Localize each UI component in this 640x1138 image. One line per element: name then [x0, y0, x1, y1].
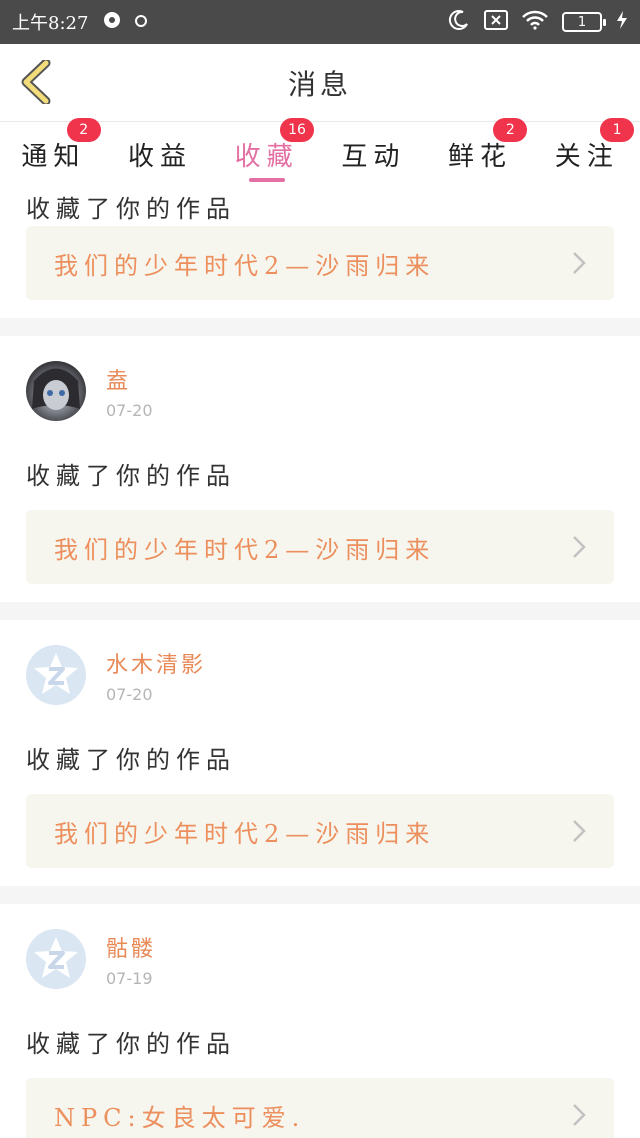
battery-icon: 1	[562, 12, 606, 32]
list-item: 水木清影 07-20 收藏了你的作品 我们的少年时代2—沙雨归来	[0, 620, 640, 868]
active-tab-indicator	[248, 178, 285, 182]
sync-icon	[134, 13, 148, 32]
avatar[interactable]	[26, 361, 86, 421]
action-text: 收藏了你的作品	[26, 745, 236, 774]
chevron-right-icon	[573, 252, 586, 274]
back-button[interactable]	[14, 58, 58, 106]
chevron-right-icon	[573, 536, 586, 558]
avatar-image	[32, 368, 80, 410]
chevron-right-icon	[573, 820, 586, 842]
user-info: 骷髅 07-19	[106, 931, 156, 988]
status-bar: 上午8:27 1	[0, 0, 640, 44]
notification-icon	[102, 10, 122, 34]
default-avatar-icon	[34, 937, 78, 978]
charging-icon	[616, 10, 628, 35]
tab-interaction[interactable]: 互动	[320, 122, 427, 186]
wifi-icon	[522, 10, 548, 35]
status-time: 上午8:27	[12, 13, 89, 34]
default-avatar-icon	[34, 653, 78, 694]
tab-badge: 1	[600, 118, 635, 142]
tab-badge: 16	[280, 118, 315, 142]
notification-list[interactable]: 收藏了你的作品 我们的少年时代2—沙雨归来 盍 07-20 收藏了你的作品 我们…	[0, 186, 640, 1138]
tab-follow[interactable]: 关注 1	[533, 118, 640, 186]
nav-bar: 消息	[0, 44, 640, 122]
list-item: 收藏了你的作品 我们的少年时代2—沙雨归来	[0, 186, 640, 300]
action-text: 收藏了你的作品	[26, 461, 236, 490]
username[interactable]: 水木清影	[106, 647, 206, 679]
no-sim-icon	[484, 9, 508, 35]
work-link[interactable]: 我们的少年时代2—沙雨归来	[26, 794, 614, 868]
moon-icon	[448, 9, 470, 36]
tab-badge: 2	[66, 118, 101, 142]
back-arrow-icon	[21, 60, 51, 104]
divider	[0, 318, 640, 336]
username[interactable]: 盍	[106, 363, 153, 395]
work-title: 我们的少年时代2—沙雨归来	[54, 535, 436, 564]
username[interactable]: 骷髅	[106, 931, 156, 963]
user-row: 水木清影 07-20	[26, 620, 614, 730]
notification-date: 07-20	[106, 684, 153, 704]
user-row: 盍 07-20	[26, 336, 614, 446]
user-info: 盍 07-20	[106, 363, 153, 420]
tab-flowers[interactable]: 鲜花 2	[427, 118, 534, 186]
work-title: 我们的少年时代2—沙雨归来	[54, 819, 436, 848]
avatar[interactable]	[26, 929, 86, 989]
user-row: 骷髅 07-19	[26, 904, 614, 1014]
tab-earnings[interactable]: 收益	[107, 122, 214, 186]
tab-label: 收益	[128, 141, 193, 172]
tab-label: 互动	[341, 141, 406, 172]
list-item: 骷髅 07-19 收藏了你的作品 NPC:女良太可爱.	[0, 904, 640, 1138]
work-title: NPC:女良太可爱.	[54, 1103, 306, 1132]
work-link[interactable]: 我们的少年时代2—沙雨归来	[26, 510, 614, 584]
list-item: 盍 07-20 收藏了你的作品 我们的少年时代2—沙雨归来	[0, 336, 640, 584]
notification-date: 07-19	[106, 968, 153, 988]
action-text: 收藏了你的作品	[26, 1029, 236, 1058]
tab-bar: 通知 2 收益 收藏 16 互动 鲜花 2 关注 1	[0, 118, 640, 186]
action-text: 收藏了你的作品	[26, 194, 236, 223]
divider	[0, 602, 640, 620]
divider	[0, 886, 640, 904]
work-link[interactable]: NPC:女良太可爱.	[26, 1078, 614, 1138]
avatar[interactable]	[26, 645, 86, 705]
work-title: 我们的少年时代2—沙雨归来	[54, 251, 436, 280]
user-info: 水木清影 07-20	[106, 647, 206, 704]
tab-favorites[interactable]: 收藏 16	[213, 118, 320, 186]
chevron-right-icon	[573, 1104, 586, 1126]
page-title: 消息	[287, 67, 352, 101]
tab-badge: 2	[493, 118, 528, 142]
tab-notice[interactable]: 通知 2	[0, 118, 107, 186]
work-link[interactable]: 我们的少年时代2—沙雨归来	[26, 226, 614, 300]
notification-date: 07-20	[106, 400, 153, 420]
